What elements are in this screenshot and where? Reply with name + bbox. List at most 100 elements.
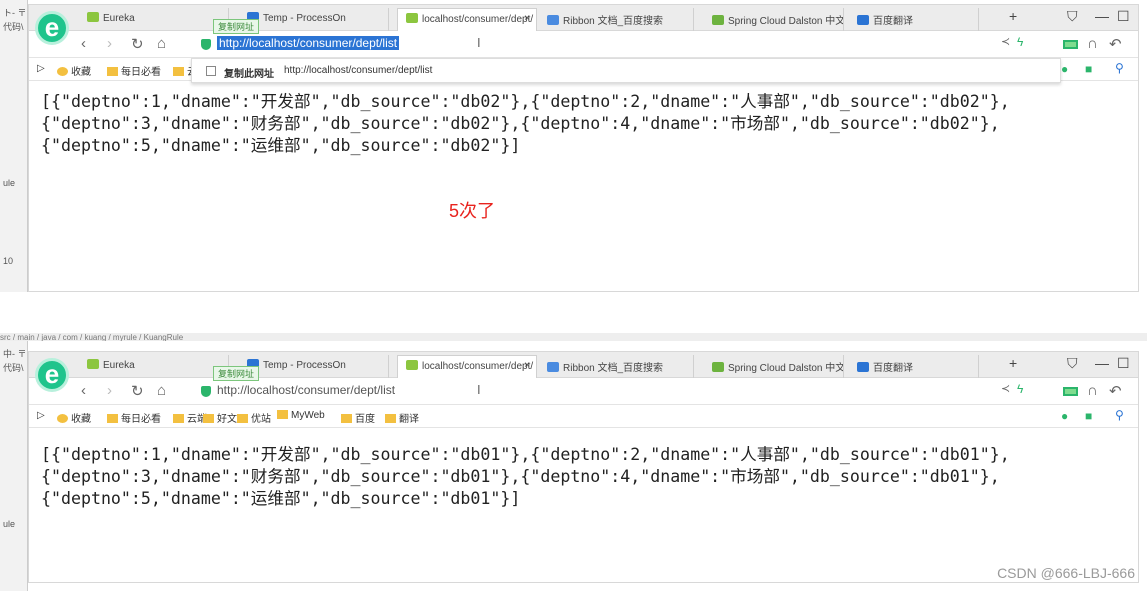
battery-icon[interactable]: [1063, 40, 1078, 49]
home-icon[interactable]: ⌂: [157, 35, 166, 52]
tab-title: 百度翻译: [873, 16, 913, 27]
bookmark-item[interactable]: 每日必看: [107, 410, 161, 425]
ide-label: 代码\: [3, 22, 24, 32]
browser-window: e Eureka Temp - ProcessOn localhost/consume…: [28, 4, 1139, 292]
undo-icon[interactable]: ↶: [1109, 382, 1122, 400]
browser-logo: e: [35, 358, 69, 392]
folder-icon: [341, 414, 352, 423]
battery-icon[interactable]: [1063, 387, 1078, 396]
ide-side-strip: 中- 〒代码\ ule: [0, 341, 28, 591]
url-input[interactable]: http://localhost/consumer/dept/list: [217, 36, 400, 50]
star-icon: [57, 414, 68, 423]
bookmark-item[interactable]: 收藏: [57, 410, 91, 425]
tab-title: Ribbon 文档_百度搜索: [563, 16, 664, 27]
shield-ext-icon[interactable]: ●: [1061, 409, 1068, 423]
tab[interactable]: localhost/consumer/dept/×: [397, 8, 537, 31]
json-line: {"deptno":5,"dname":"运维部","db_source":"d…: [41, 136, 521, 155]
tab[interactable]: Spring Cloud Dalston 中文: [704, 8, 844, 31]
tab-favicon-icon: [857, 362, 869, 372]
bookmark-item[interactable]: 百度: [341, 410, 375, 425]
undo-icon[interactable]: ↶: [1109, 35, 1122, 53]
back-icon[interactable]: ‹: [81, 382, 86, 399]
forward-icon[interactable]: ›: [107, 35, 112, 52]
tab[interactable]: Ribbon 文档_百度搜索: [539, 8, 694, 31]
sidebar-toggle-icon[interactable]: ▷: [37, 63, 45, 74]
share-icon[interactable]: ≺: [1001, 35, 1010, 48]
minimize-button[interactable]: —: [1095, 355, 1109, 371]
lightning-icon[interactable]: ϟ: [1017, 35, 1023, 49]
ide-breadcrumb: src / main / java / com / kuang / myrule…: [0, 333, 1147, 341]
json-line: {"deptno":3,"dname":"财务部","db_source":"d…: [41, 467, 1000, 486]
tab[interactable]: Eureka: [79, 355, 229, 378]
game-icon[interactable]: ■: [1085, 62, 1092, 76]
bookmarks-bar: ▷ 收藏 每日必看 云端 好文 优站 MyWeb 百度 翻译 ● ■ ⚲: [29, 405, 1138, 428]
json-line: [{"deptno":1,"dname":"开发部","db_source":"…: [41, 445, 1010, 464]
close-tab-icon[interactable]: ×: [524, 13, 530, 24]
folder-icon: [107, 67, 118, 76]
close-tab-icon[interactable]: ×: [524, 360, 530, 371]
back-icon[interactable]: ‹: [81, 35, 86, 52]
tab-title: Spring Cloud Dalston 中文: [728, 16, 844, 27]
copy-url-tooltip[interactable]: 复制网址: [213, 19, 260, 34]
ide-label: 10: [3, 256, 14, 266]
tab[interactable]: Temp - ProcessOn: [239, 355, 389, 378]
lightning-icon[interactable]: ϟ: [1017, 382, 1023, 396]
share-icon[interactable]: ≺: [1001, 382, 1010, 395]
tab[interactable]: Ribbon 文档_百度搜索: [539, 355, 694, 378]
tab[interactable]: 百度翻译: [849, 355, 979, 378]
tab[interactable]: 百度翻译: [849, 8, 979, 31]
tab-favicon-icon: [547, 15, 559, 25]
tab-bar: Eureka Temp - ProcessOn localhost/consumer…: [29, 5, 1138, 31]
tab-title: Eureka: [103, 13, 135, 24]
search-icon[interactable]: ⚲: [1115, 408, 1124, 422]
shield-ext-icon[interactable]: ●: [1061, 62, 1068, 76]
folder-icon: [203, 414, 214, 423]
bookmark-item[interactable]: 好文: [203, 410, 237, 425]
tab[interactable]: localhost/consumer/dept/×: [397, 355, 537, 378]
game-icon[interactable]: ■: [1085, 409, 1092, 423]
ide-label: ule: [3, 519, 16, 529]
tab-title: Eureka: [103, 360, 135, 371]
bookmark-item[interactable]: 翻译: [385, 410, 419, 425]
new-tab-button[interactable]: +: [1009, 355, 1017, 371]
copy-url-tooltip[interactable]: 复制网址: [213, 366, 260, 381]
tab[interactable]: Eureka: [79, 8, 229, 31]
sidebar-toggle-icon[interactable]: ▷: [37, 410, 45, 421]
refresh-icon[interactable]: ↻: [131, 382, 144, 400]
tab-favicon-icon: [406, 13, 418, 23]
json-line: {"deptno":5,"dname":"运维部","db_source":"d…: [41, 489, 521, 508]
tab-title: 百度翻译: [873, 363, 913, 374]
folder-icon: [173, 414, 184, 423]
text-cursor-icon: I: [477, 382, 481, 397]
text-cursor-icon: I: [477, 35, 481, 50]
bookmark-item[interactable]: 收藏: [57, 63, 91, 78]
home-icon[interactable]: ⌂: [157, 382, 166, 399]
headphones-icon[interactable]: ∩: [1087, 35, 1098, 52]
tab[interactable]: Temp - ProcessOn: [239, 8, 389, 31]
bookmark-item[interactable]: 每日必看: [107, 63, 161, 78]
skin-icon[interactable]: ⛉: [1067, 355, 1078, 372]
refresh-icon[interactable]: ↻: [131, 35, 144, 53]
url-suggestion-dropdown[interactable]: 复制此网址 http://localhost/consumer/dept/list: [191, 58, 1061, 83]
folder-icon: [277, 410, 288, 419]
tab-favicon-icon: [406, 360, 418, 370]
search-icon[interactable]: ⚲: [1115, 61, 1124, 75]
maximize-button[interactable]: ☐: [1117, 355, 1130, 372]
tab-title: Spring Cloud Dalston 中文: [728, 363, 844, 374]
maximize-button[interactable]: ☐: [1117, 8, 1130, 25]
new-tab-button[interactable]: +: [1009, 8, 1017, 24]
minimize-button[interactable]: —: [1095, 8, 1109, 24]
bookmark-item[interactable]: 优站: [237, 410, 271, 425]
forward-icon[interactable]: ›: [107, 382, 112, 399]
address-bar: ‹ › ↻ ⌂ http://localhost/consumer/dept/l…: [29, 378, 1138, 405]
ide-label: 中- 〒: [3, 349, 27, 359]
tab-favicon-icon: [87, 359, 99, 369]
skin-icon[interactable]: ⛉: [1067, 8, 1078, 25]
bookmark-item[interactable]: MyWeb: [277, 410, 325, 421]
bookmark-item[interactable]: 云端: [173, 410, 207, 425]
headphones-icon[interactable]: ∩: [1087, 382, 1098, 399]
url-input[interactable]: http://localhost/consumer/dept/list: [217, 383, 395, 397]
tab[interactable]: Spring Cloud Dalston 中文: [704, 355, 844, 378]
folder-icon: [385, 414, 396, 423]
browser-screenshot-top: ト- 〒代码\ ule 10 e Eureka Temp - ProcessOn local…: [0, 0, 1147, 292]
